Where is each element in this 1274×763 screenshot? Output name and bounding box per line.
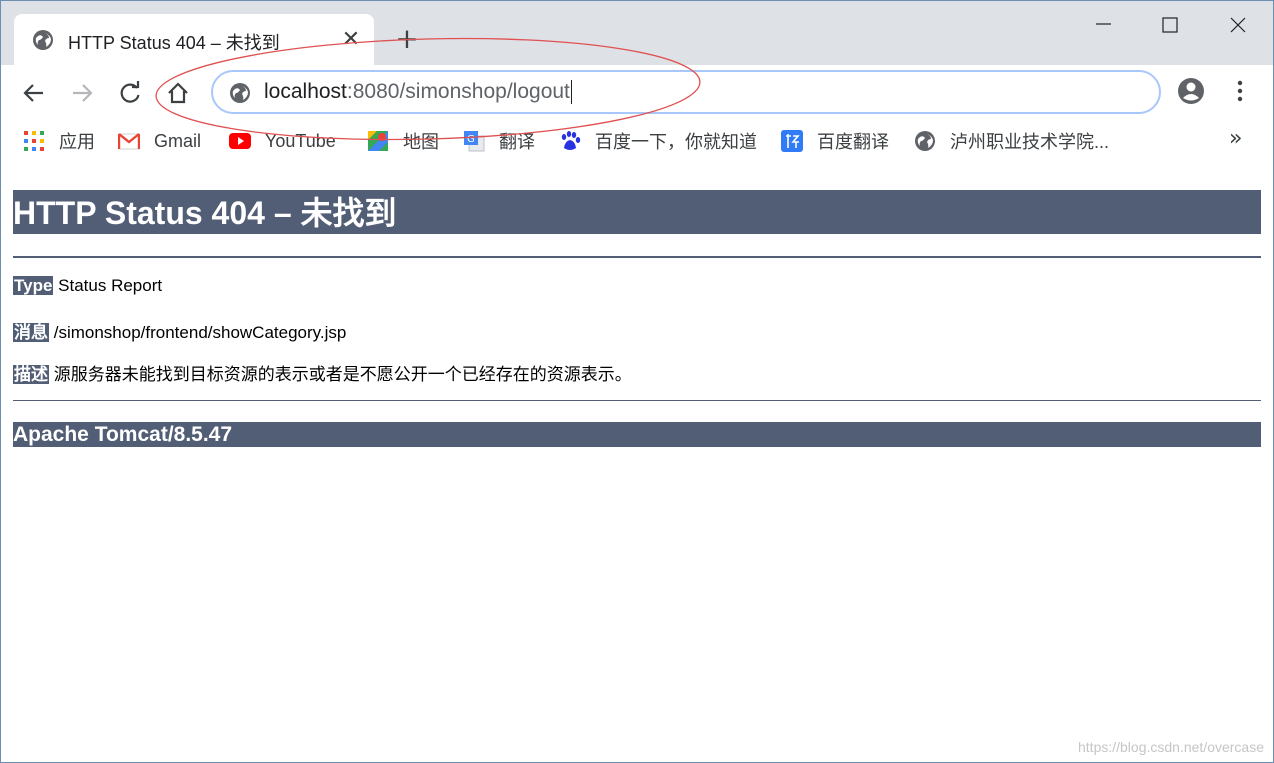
tab-title: HTTP Status 404 – 未找到: [68, 33, 280, 53]
baidu-icon: [561, 131, 581, 150]
home-icon[interactable]: [163, 78, 193, 108]
bookmark-label: 应用: [59, 132, 95, 152]
url-path: :8080/simonshop/logout: [346, 80, 570, 103]
forward-arrow-icon[interactable]: [67, 78, 97, 108]
bookmark-translate[interactable]: G 翻译: [463, 128, 535, 154]
reload-icon[interactable]: [115, 78, 145, 108]
back-arrow-icon[interactable]: [19, 78, 49, 108]
url-text[interactable]: localhost:8080/simonshop/logout: [264, 80, 572, 105]
message-value: /simonshop/frontend/showCategory.jsp: [53, 323, 347, 342]
error-page: HTTP Status 404 – 未找到 Type Status Report…: [13, 190, 1261, 447]
maximize-icon[interactable]: [1155, 11, 1185, 41]
youtube-icon: [229, 133, 251, 149]
type-value: Status Report: [58, 276, 163, 295]
more-bookmarks-button[interactable]: »: [1229, 126, 1242, 151]
toolbar: localhost:8080/simonshop/logout: [1, 65, 1273, 120]
maps-icon: [368, 131, 388, 151]
message-label: 消息: [13, 323, 49, 342]
globe-icon[interactable]: [229, 82, 251, 104]
more-menu-icon[interactable]: [1225, 76, 1255, 106]
bookmark-label: 翻译: [499, 132, 535, 152]
bookmark-baidu-translate[interactable]: 百度翻译: [781, 128, 889, 154]
minimize-icon[interactable]: [1089, 11, 1119, 41]
bookmark-luzhou[interactable]: 泸州职业技术学院...: [914, 128, 1109, 154]
svg-text:G: G: [467, 134, 475, 145]
tab-strip: HTTP Status 404 – 未找到 ✕ +: [1, 1, 1273, 66]
bookmark-label: YouTube: [265, 130, 336, 151]
bookmark-label: 泸州职业技术学院...: [950, 132, 1110, 152]
page-title: HTTP Status 404 – 未找到: [13, 190, 1261, 234]
watermark: https://blog.csdn.net/overcase: [1078, 739, 1264, 755]
window-close-icon[interactable]: [1223, 11, 1253, 41]
divider: [13, 400, 1261, 401]
text-caret: [570, 80, 572, 105]
bookmark-label: 地图: [403, 132, 439, 152]
profile-icon[interactable]: [1176, 76, 1206, 106]
bookmark-label: Gmail: [154, 130, 202, 151]
new-tab-button[interactable]: +: [394, 25, 420, 53]
globe-icon: [33, 30, 53, 50]
url-host: localhost: [264, 80, 347, 103]
description-value: 源服务器未能找到目标资源的表示或者是不愿公开一个已经存在的资源表示。: [53, 365, 632, 384]
globe-icon: [915, 131, 935, 151]
baidu-translate-icon: [781, 130, 803, 152]
browser-tab[interactable]: HTTP Status 404 – 未找到 ✕: [14, 14, 374, 66]
server-info: Apache Tomcat/8.5.47: [13, 422, 1261, 447]
type-row: Type Status Report: [13, 276, 162, 296]
gmail-icon: [118, 133, 140, 150]
description-row: 描述 源服务器未能找到目标资源的表示或者是不愿公开一个已经存在的资源表示。: [13, 360, 632, 385]
divider: [13, 256, 1261, 258]
bookmark-apps[interactable]: 应用: [23, 128, 95, 154]
bookmark-maps[interactable]: 地图: [367, 128, 439, 154]
type-label: Type: [13, 276, 54, 295]
bookmark-label: 百度一下，你就知道: [595, 132, 757, 152]
bookmark-baidu[interactable]: 百度一下，你就知道: [559, 128, 757, 154]
translate-icon: G: [464, 131, 485, 152]
bookmark-gmail[interactable]: Gmail: [118, 128, 201, 154]
bookmark-label: 百度翻译: [817, 132, 889, 152]
tab-close-button[interactable]: ✕: [339, 28, 363, 52]
message-row: 消息 /simonshop/frontend/showCategory.jsp: [13, 318, 346, 343]
address-bar[interactable]: localhost:8080/simonshop/logout: [211, 70, 1161, 114]
apps-grid-icon: [24, 131, 44, 151]
bookmarks-bar: 应用 Gmail YouTube 地图 G 翻译 百度一下，你就知道 百度翻译 …: [1, 120, 1273, 162]
description-label: 描述: [13, 365, 49, 384]
bookmark-youtube[interactable]: YouTube: [229, 128, 336, 154]
